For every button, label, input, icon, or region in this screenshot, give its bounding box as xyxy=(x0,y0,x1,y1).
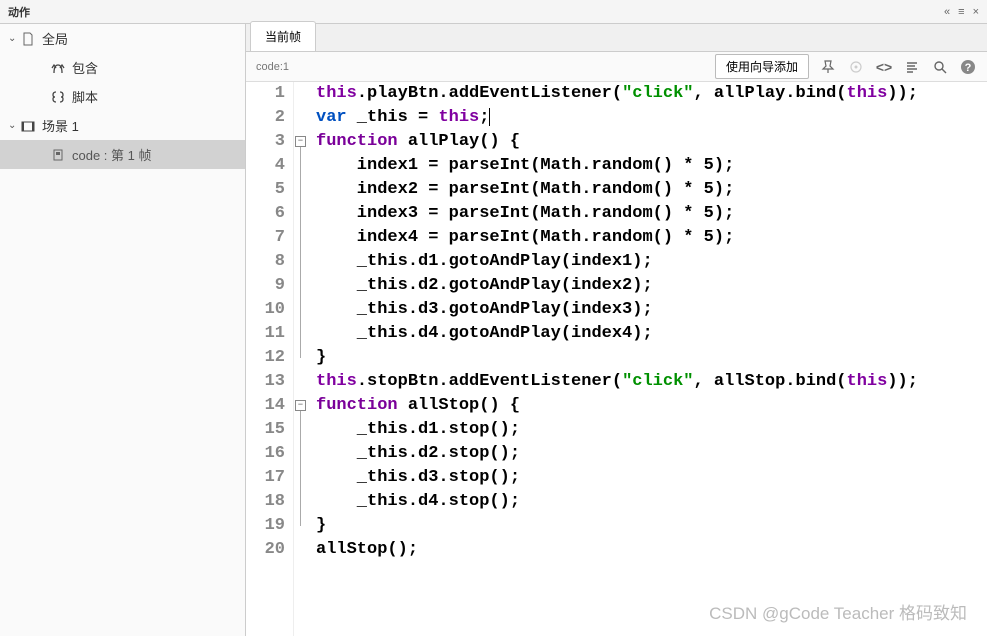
help-icon[interactable]: ? xyxy=(959,58,977,76)
line-number: 16 xyxy=(246,442,285,466)
line-number: 1 xyxy=(246,82,285,106)
code-line[interactable]: function allPlay() { xyxy=(316,130,987,154)
code-line[interactable]: _this.d3.stop(); xyxy=(316,466,987,490)
line-number: 7 xyxy=(246,226,285,250)
code-line[interactable]: function allStop() { xyxy=(316,394,987,418)
line-number: 5 xyxy=(246,178,285,202)
code-line[interactable]: index2 = parseInt(Math.random() * 5); xyxy=(316,178,987,202)
chevron-down-icon[interactable]: ⌄ xyxy=(8,120,20,131)
code-line[interactable]: this.playBtn.addEventListener("click", a… xyxy=(316,82,987,106)
sidebar-item-1[interactable]: 包含 xyxy=(0,53,245,82)
code-line[interactable]: _this.d4.gotoAndPlay(index4); xyxy=(316,322,987,346)
sidebar-item-3[interactable]: ⌄ 场景 1 xyxy=(0,111,245,140)
code-line[interactable]: index3 = parseInt(Math.random() * 5); xyxy=(316,202,987,226)
line-number: 13 xyxy=(246,370,285,394)
code-line[interactable]: index1 = parseInt(Math.random() * 5); xyxy=(316,154,987,178)
code-line[interactable]: _this.d4.stop(); xyxy=(316,490,987,514)
fold-guide-line xyxy=(300,147,301,358)
code-line[interactable]: this.stopBtn.addEventListener("click", a… xyxy=(316,370,987,394)
code-line[interactable]: _this.d2.gotoAndPlay(index2); xyxy=(316,274,987,298)
sidebar-item-label: 场景 1 xyxy=(42,116,79,135)
title-bar-controls: « ≡ × xyxy=(944,6,979,18)
scene-icon xyxy=(20,118,36,134)
code-line[interactable]: _this.d2.stop(); xyxy=(316,442,987,466)
chevron-down-icon[interactable]: ⌄ xyxy=(8,33,20,44)
sidebar: ⌄ 全局包含脚本 ⌄ 场景 1 code : 第 1 帧 xyxy=(0,24,246,636)
line-number: 2 xyxy=(246,106,285,130)
collapse-icon[interactable]: « xyxy=(944,6,950,18)
frame-icon xyxy=(50,147,66,163)
panel-title: 动作 xyxy=(8,4,30,20)
code-line[interactable]: } xyxy=(316,514,987,538)
sidebar-item-0[interactable]: ⌄ 全局 xyxy=(0,24,245,53)
line-number: 11 xyxy=(246,322,285,346)
format-icon[interactable] xyxy=(903,58,921,76)
toolbar: code:1 使用向导添加 <> ? xyxy=(246,52,987,82)
line-number: 18 xyxy=(246,490,285,514)
breadcrumb: code:1 xyxy=(256,61,289,73)
search-icon[interactable] xyxy=(931,58,949,76)
code-line[interactable]: } xyxy=(316,346,987,370)
code-brackets-icon[interactable]: <> xyxy=(875,58,893,76)
line-number: 17 xyxy=(246,466,285,490)
code-content[interactable]: this.playBtn.addEventListener("click", a… xyxy=(308,82,987,636)
fold-gutter[interactable]: −− xyxy=(294,82,308,562)
close-icon[interactable]: × xyxy=(973,6,979,18)
sidebar-item-label: 全局 xyxy=(42,29,68,48)
sidebar-item-label: 包含 xyxy=(72,58,98,77)
line-number: 4 xyxy=(246,154,285,178)
line-number: 20 xyxy=(246,538,285,562)
code-editor[interactable]: 1234567891011121314151617181920 −− this.… xyxy=(246,82,987,636)
line-number: 6 xyxy=(246,202,285,226)
script-include-icon xyxy=(50,60,66,76)
wizard-add-button[interactable]: 使用向导添加 xyxy=(715,54,809,79)
line-number: 15 xyxy=(246,418,285,442)
sidebar-item-2[interactable]: 脚本 xyxy=(0,82,245,111)
fold-toggle-icon[interactable]: − xyxy=(295,400,306,411)
title-bar: 动作 « ≡ × xyxy=(0,0,987,24)
editor-area: 当前帧 code:1 使用向导添加 <> ? xyxy=(246,24,987,636)
code-line[interactable]: _this.d1.gotoAndPlay(index1); xyxy=(316,250,987,274)
text-cursor xyxy=(489,108,490,126)
sidebar-item-4[interactable]: code : 第 1 帧 xyxy=(0,140,245,169)
toolbar-right: 使用向导添加 <> ? xyxy=(715,54,977,79)
line-number: 19 xyxy=(246,514,285,538)
fold-guide-line xyxy=(300,411,301,526)
fold-toggle-icon[interactable]: − xyxy=(295,136,306,147)
line-number: 14 xyxy=(246,394,285,418)
line-number: 8 xyxy=(246,250,285,274)
code-line[interactable]: var _this = this; xyxy=(316,106,987,130)
code-line[interactable]: _this.d1.stop(); xyxy=(316,418,987,442)
script-icon xyxy=(50,89,66,105)
code-line[interactable]: _this.d3.gotoAndPlay(index3); xyxy=(316,298,987,322)
menu-icon[interactable]: ≡ xyxy=(958,6,964,18)
sidebar-item-label: 脚本 xyxy=(72,87,98,106)
tab-current-frame[interactable]: 当前帧 xyxy=(250,21,316,51)
code-line[interactable]: index4 = parseInt(Math.random() * 5); xyxy=(316,226,987,250)
document-icon xyxy=(20,31,36,47)
line-number: 3 xyxy=(246,130,285,154)
pin-icon[interactable] xyxy=(819,58,837,76)
target-icon[interactable] xyxy=(847,58,865,76)
line-number: 12 xyxy=(246,346,285,370)
main-container: ⌄ 全局包含脚本 ⌄ 场景 1 code : 第 1 帧 当前帧 code:1 使用向导… xyxy=(0,24,987,636)
editor-tabs: 当前帧 xyxy=(246,24,987,52)
code-line[interactable]: allStop(); xyxy=(316,538,987,562)
sidebar-item-label: code : 第 1 帧 xyxy=(72,145,151,164)
svg-text:?: ? xyxy=(965,62,972,74)
line-number: 10 xyxy=(246,298,285,322)
line-number: 9 xyxy=(246,274,285,298)
line-number-gutter: 1234567891011121314151617181920 xyxy=(246,82,294,636)
